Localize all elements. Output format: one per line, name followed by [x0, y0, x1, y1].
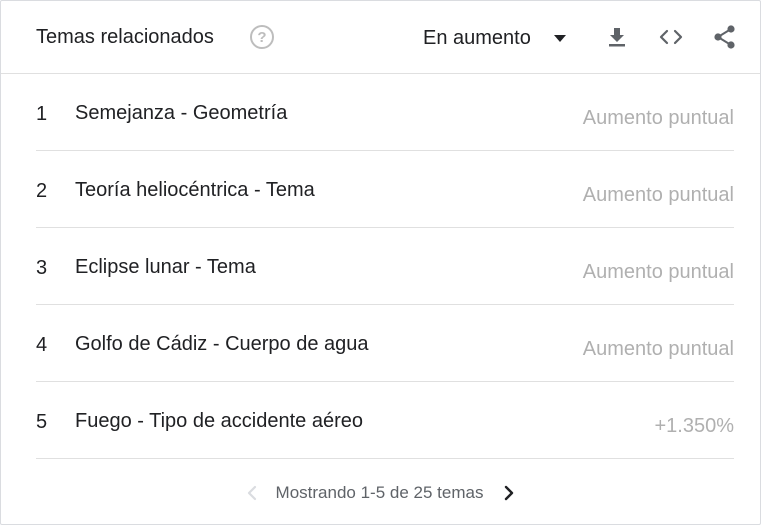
pagination: Mostrando 1-5 de 25 temas [1, 479, 760, 507]
list-item-rank: 2 [36, 180, 48, 202]
pagination-status: Mostrando 1-5 de 25 temas [275, 483, 484, 502]
embed-code-icon[interactable] [657, 23, 685, 51]
card-header: Temas relacionados ? En aumento [1, 1, 760, 74]
list-item-rank: 3 [36, 257, 48, 279]
list-item[interactable]: 1 Semejanza - Geometría Aumento puntual [36, 74, 734, 151]
list-item-name[interactable]: Teoría heliocéntrica - Tema [75, 178, 315, 202]
topics-list: 1 Semejanza - Geometría Aumento puntual … [36, 74, 734, 459]
sort-dropdown-label: En aumento [423, 27, 531, 49]
chevron-left-icon[interactable] [240, 481, 264, 505]
list-item-value: Aumento puntual [582, 184, 734, 206]
list-item[interactable]: 3 Eclipse lunar - Tema Aumento puntual [36, 228, 734, 305]
related-topics-card: Temas relacionados ? En aumento 1 Semeja… [0, 0, 761, 525]
share-icon[interactable] [711, 23, 739, 51]
list-item-name[interactable]: Golfo de Cádiz - Cuerpo de agua [75, 332, 369, 356]
list-item[interactable]: 2 Teoría heliocéntrica - Tema Aumento pu… [36, 151, 734, 228]
list-item-value: Aumento puntual [582, 107, 734, 129]
list-item-name[interactable]: Semejanza - Geometría [75, 101, 287, 125]
chevron-right-icon[interactable] [497, 481, 521, 505]
list-item[interactable]: 4 Golfo de Cádiz - Cuerpo de agua Aument… [36, 305, 734, 382]
list-item[interactable]: 5 Fuego - Tipo de accidente aéreo +1.350… [36, 382, 734, 459]
list-item-name[interactable]: Fuego - Tipo de accidente aéreo [75, 409, 363, 433]
list-item-value: Aumento puntual [582, 338, 734, 360]
list-item-value: Aumento puntual [582, 261, 734, 283]
list-item-rank: 5 [36, 411, 48, 433]
list-item-rank: 4 [36, 334, 48, 356]
card-title: Temas relacionados [36, 26, 214, 48]
sort-dropdown[interactable]: En aumento [423, 25, 567, 51]
list-item-value: +1.350% [654, 415, 734, 437]
list-item-name[interactable]: Eclipse lunar - Tema [75, 255, 256, 279]
caret-down-icon [553, 35, 566, 42]
download-icon[interactable] [603, 23, 631, 51]
list-item-rank: 1 [36, 103, 48, 125]
svg-text:?: ? [257, 29, 266, 46]
help-circle-icon[interactable]: ? [249, 24, 275, 50]
